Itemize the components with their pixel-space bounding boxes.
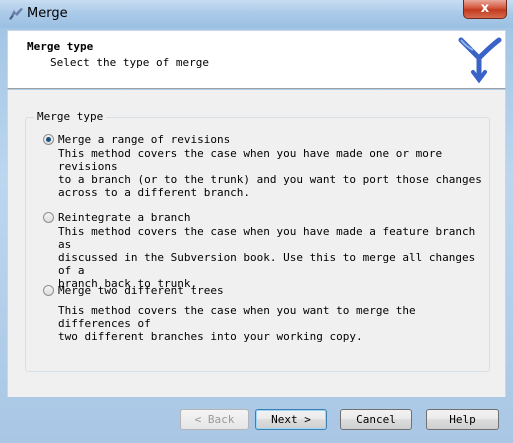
title-bar[interactable]: Merge x xyxy=(0,0,513,28)
desc-line: This method covers the case when you hav… xyxy=(58,147,443,173)
option-desc-merge-two-trees: This method covers the case when you wan… xyxy=(58,304,488,343)
group-legend: Merge type xyxy=(34,110,107,123)
option-label-reintegrate[interactable]: Reintegrate a branch xyxy=(58,211,190,224)
option-desc-merge-range: This method covers the case when you hav… xyxy=(58,147,488,199)
desc-line: This method covers the case when you hav… xyxy=(58,225,476,251)
radio-merge-range[interactable] xyxy=(43,134,54,145)
page-title: Merge type xyxy=(27,40,94,53)
desc-line: discussed in the Subversion book. Use th… xyxy=(58,251,476,277)
radio-reintegrate[interactable] xyxy=(43,212,54,223)
back-button[interactable]: < Back xyxy=(180,409,249,430)
option-desc-reintegrate: This method covers the case when you hav… xyxy=(58,225,488,290)
desc-line: two different branches into your working… xyxy=(58,330,363,343)
option-label-merge-two-trees[interactable]: Merge two different trees xyxy=(58,284,224,297)
close-icon: x xyxy=(480,1,490,16)
window-title: Merge xyxy=(27,6,68,21)
tortoise-merge-icon xyxy=(9,8,23,20)
next-button[interactable]: Next > xyxy=(255,409,327,430)
option-label-merge-range[interactable]: Merge a range of revisions xyxy=(58,133,230,146)
desc-line: across to a different branch. xyxy=(58,186,251,199)
cancel-button[interactable]: Cancel xyxy=(340,409,412,430)
close-button[interactable]: x xyxy=(463,0,507,19)
subversion-merge-logo-icon xyxy=(458,37,502,84)
wizard-header: Merge type Select the type of merge xyxy=(7,30,506,89)
desc-line: This method covers the case when you wan… xyxy=(58,304,416,330)
help-button[interactable]: Help xyxy=(426,409,499,430)
page-subtitle: Select the type of merge xyxy=(50,56,209,69)
radio-merge-two-trees[interactable] xyxy=(43,285,54,296)
desc-line: to a branch (or to the trunk) and you wa… xyxy=(58,173,482,186)
